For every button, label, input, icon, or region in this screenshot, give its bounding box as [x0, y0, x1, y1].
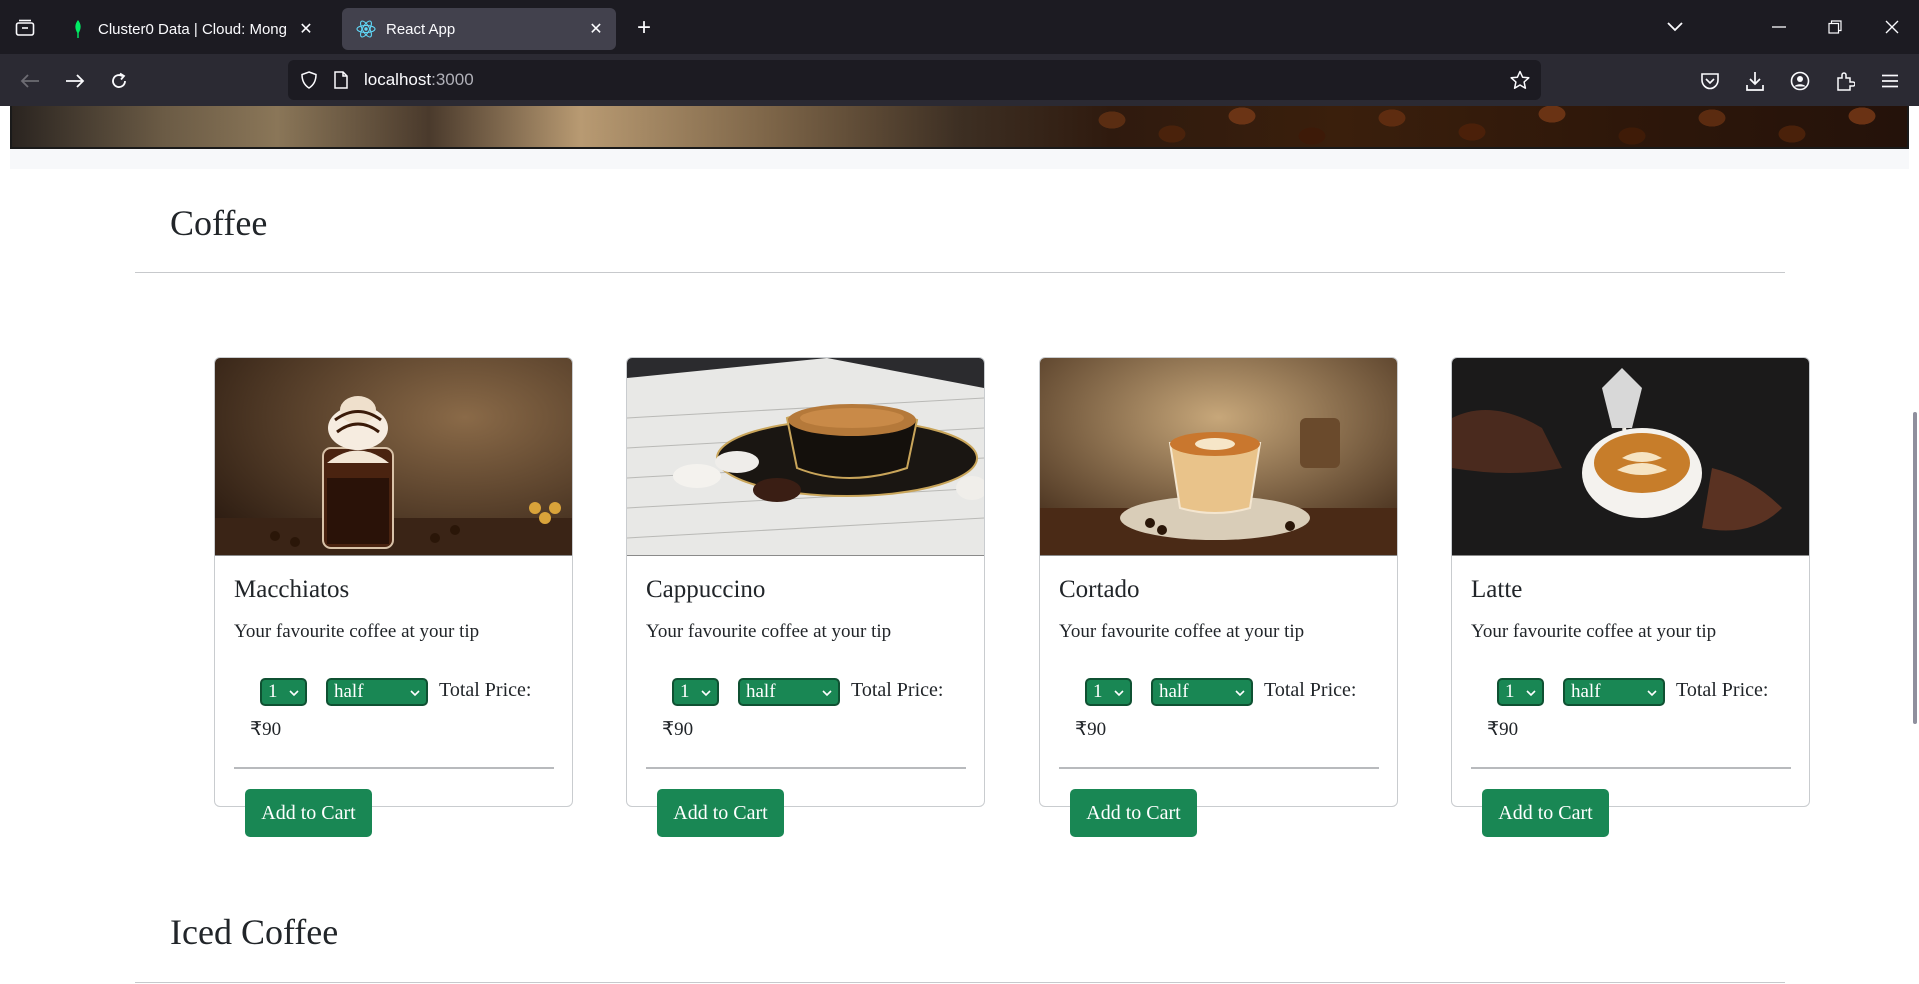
product-card-cortado: Cortado Your favourite coffee at your ti…: [1039, 357, 1398, 837]
tab-react-app[interactable]: React App ✕: [342, 8, 616, 50]
browser-toolbar: localhost:3000: [0, 54, 1919, 106]
size-value: half: [1571, 681, 1601, 702]
size-select[interactable]: half: [1151, 678, 1253, 706]
chevron-down-icon: [410, 690, 420, 697]
total-price-label: Total Price:: [1676, 679, 1769, 701]
quantity-value: 1: [1093, 681, 1103, 702]
quantity-select[interactable]: 1: [1085, 678, 1132, 706]
total-price-value: ₹90: [1075, 719, 1107, 740]
size-select[interactable]: half: [738, 678, 840, 706]
size-value: half: [746, 681, 776, 702]
list-all-tabs-chevron-icon[interactable]: [1660, 12, 1690, 42]
mongodb-leaf-icon: [68, 19, 88, 39]
close-tab-icon[interactable]: ✕: [294, 17, 318, 41]
card-divider: [1059, 767, 1379, 769]
tab-list-icon[interactable]: [10, 14, 40, 42]
page-content: Coffee Macchiatos Your favourite coffee …: [0, 106, 1919, 984]
card-divider: [646, 767, 966, 769]
tab-title: React App: [386, 20, 456, 38]
page-scrollbar[interactable]: [1913, 412, 1917, 724]
section-title-coffee: Coffee: [170, 203, 268, 243]
bookmark-star-icon[interactable]: [1509, 69, 1531, 91]
quantity-value: 1: [680, 681, 690, 702]
minimize-icon[interactable]: [1764, 12, 1794, 42]
quantity-select[interactable]: 1: [672, 678, 719, 706]
quantity-select[interactable]: 1: [1497, 678, 1544, 706]
total-price-value: ₹90: [1487, 719, 1519, 740]
react-icon: [356, 19, 376, 39]
chevron-down-icon: [1235, 690, 1245, 697]
forward-arrow-icon[interactable]: [60, 66, 90, 96]
account-icon[interactable]: [1785, 66, 1815, 96]
restore-icon[interactable]: [1820, 12, 1850, 42]
total-price-value: ₹90: [662, 719, 694, 740]
add-to-cart-button[interactable]: Add to Cart: [657, 789, 784, 837]
add-to-cart-button[interactable]: Add to Cart: [1070, 789, 1197, 837]
chevron-down-icon: [1526, 690, 1536, 697]
section-divider: [135, 982, 1785, 983]
quantity-value: 1: [1505, 681, 1515, 702]
size-select[interactable]: half: [1563, 678, 1665, 706]
back-arrow-icon[interactable]: [15, 66, 45, 96]
product-image-latte: [1452, 358, 1809, 556]
product-description: Your favourite coffee at your tip: [646, 621, 892, 642]
address-bar[interactable]: localhost:3000: [288, 60, 1541, 100]
product-description: Your favourite coffee at your tip: [1059, 621, 1305, 642]
card-divider: [234, 767, 554, 769]
size-value: half: [1159, 681, 1189, 702]
product-description: Your favourite coffee at your tip: [1471, 621, 1717, 642]
section-divider: [135, 272, 1785, 273]
chevron-down-icon: [289, 690, 299, 697]
total-price-label: Total Price:: [1264, 679, 1357, 701]
reload-icon[interactable]: [104, 66, 134, 96]
chevron-down-icon: [822, 690, 832, 697]
chevron-down-icon: [701, 690, 711, 697]
chevron-down-icon: [1114, 690, 1124, 697]
browser-tab-bar: Cluster0 Data | Cloud: MongoDB Cloud ✕ R…: [0, 0, 1919, 54]
total-price-value: ₹90: [250, 719, 282, 740]
url-text[interactable]: localhost:3000: [364, 70, 474, 90]
extensions-icon[interactable]: [1830, 66, 1860, 96]
size-value: half: [334, 681, 364, 702]
add-to-cart-button[interactable]: Add to Cart: [1482, 789, 1609, 837]
size-select[interactable]: half: [326, 678, 428, 706]
hero-banner-footer: [10, 149, 1909, 169]
chevron-down-icon: [1647, 690, 1657, 697]
card-divider: [1471, 767, 1791, 769]
page-info-icon[interactable]: [330, 69, 352, 91]
hero-banner-image: [10, 106, 1909, 149]
product-image-cappuccino: [627, 358, 984, 556]
product-image-macchiatos: [215, 358, 572, 556]
tab-mongodb[interactable]: Cluster0 Data | Cloud: MongoDB Cloud ✕: [54, 8, 326, 50]
add-to-cart-button[interactable]: Add to Cart: [245, 789, 372, 837]
total-price-label: Total Price:: [851, 679, 944, 701]
product-name: Cortado: [1059, 576, 1140, 603]
product-card-cappuccino: Cappuccino Your favourite coffee at your…: [626, 357, 985, 837]
product-name: Latte: [1471, 576, 1523, 603]
pocket-icon[interactable]: [1695, 66, 1725, 96]
downloads-icon[interactable]: [1740, 66, 1770, 96]
product-card-macchiatos: Macchiatos Your favourite coffee at your…: [214, 357, 573, 837]
product-description: Your favourite coffee at your tip: [234, 621, 480, 642]
product-name: Cappuccino: [646, 576, 766, 603]
new-tab-icon[interactable]: +: [630, 14, 658, 42]
product-card-latte: Latte Your favourite coffee at your tip …: [1451, 357, 1810, 837]
close-tab-icon[interactable]: ✕: [584, 17, 608, 41]
total-price-label: Total Price:: [439, 679, 532, 701]
menu-hamburger-icon[interactable]: [1875, 66, 1905, 96]
close-window-icon[interactable]: [1877, 12, 1907, 42]
product-name: Macchiatos: [234, 576, 350, 603]
quantity-value: 1: [268, 681, 278, 702]
tab-title: Cluster0 Data | Cloud: MongoDB Cloud: [98, 20, 286, 38]
quantity-select[interactable]: 1: [260, 678, 307, 706]
product-image-cortado: [1040, 358, 1397, 556]
shield-icon[interactable]: [298, 69, 320, 91]
section-title-iced-coffee: Iced Coffee: [170, 912, 339, 952]
